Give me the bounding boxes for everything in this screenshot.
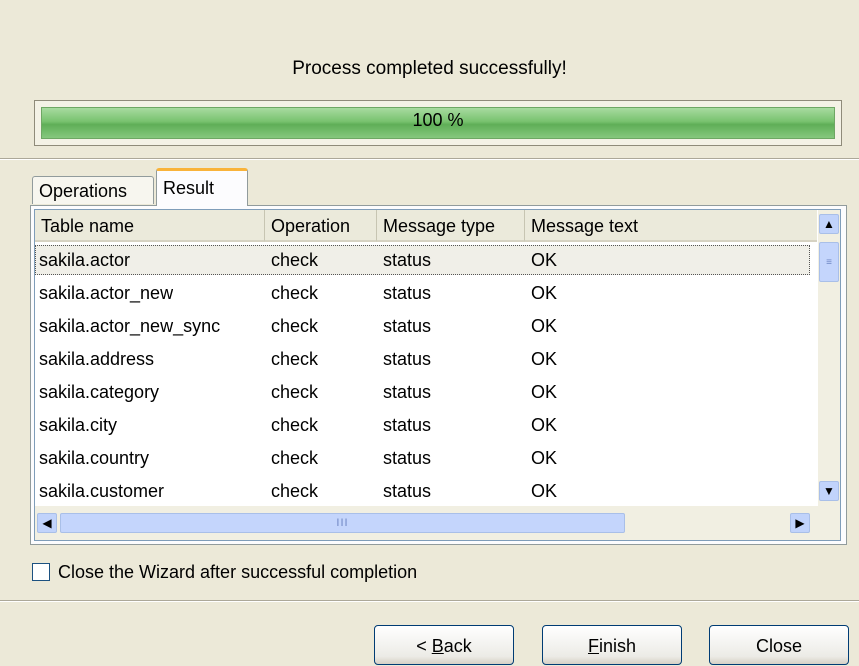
cell-message-type: status <box>383 481 432 501</box>
cell-operation: check <box>271 481 319 501</box>
column-header-operation[interactable]: Operation <box>265 210 377 242</box>
cell-message-type: status <box>383 415 432 435</box>
cell-table-name: sakila.customer <box>39 481 165 501</box>
table-row[interactable]: sakila.country check status OK <box>35 442 815 475</box>
cell-message-text: OK <box>531 283 558 303</box>
tab-operations[interactable]: Operations <box>32 176 154 204</box>
vertical-scroll-thumb[interactable]: ≡ <box>819 242 839 282</box>
table-row[interactable]: sakila.actor check status OK <box>35 244 815 277</box>
cell-message-type: status <box>383 316 432 336</box>
tab-result[interactable]: Result <box>156 168 248 206</box>
table-row[interactable]: sakila.city check status OK <box>35 409 815 442</box>
cell-operation: check <box>271 316 319 336</box>
result-grid[interactable]: Table name Operation Message type Messag… <box>34 209 841 541</box>
cell-message-type: status <box>383 349 432 369</box>
progress-bar: 100 % <box>34 100 842 146</box>
vertical-scrollbar[interactable]: ▲ ≡ ▼ <box>818 210 840 506</box>
cell-message-text: OK <box>531 316 558 336</box>
cell-message-type: status <box>383 448 432 468</box>
cell-table-name: sakila.actor_new <box>39 283 174 303</box>
table-row[interactable]: sakila.customer check status OK <box>35 475 815 508</box>
cell-message-text: OK <box>531 382 558 402</box>
cell-table-name: sakila.category <box>39 382 160 402</box>
column-header-table-name[interactable]: Table name <box>35 210 265 242</box>
close-wizard-checkbox[interactable] <box>32 563 50 581</box>
cell-message-type: status <box>383 250 432 270</box>
cell-table-name: sakila.address <box>39 349 155 369</box>
back-label: ack <box>443 636 472 656</box>
separator-bottom-highlight <box>0 601 859 602</box>
cell-operation: check <box>271 415 319 435</box>
table-row[interactable]: sakila.actor_new_sync check status OK <box>35 310 815 343</box>
table-row[interactable]: sakila.address check status OK <box>35 343 815 376</box>
cell-message-text: OK <box>531 448 558 468</box>
back-mnemonic: B <box>431 636 444 656</box>
cell-operation: check <box>271 250 319 270</box>
cell-operation: check <box>271 349 319 369</box>
scroll-left-icon[interactable]: ◀ <box>37 513 57 533</box>
finish-label: inish <box>598 636 637 656</box>
table-row[interactable]: sakila.actor_new check status OK <box>35 277 815 310</box>
column-header-message-text[interactable]: Message text <box>525 210 817 242</box>
cell-message-text: OK <box>531 349 558 369</box>
scroll-down-icon[interactable]: ▼ <box>819 481 839 501</box>
cell-message-text: OK <box>531 481 558 501</box>
horizontal-scroll-thumb[interactable]: III <box>60 513 625 533</box>
cell-operation: check <box>271 382 319 402</box>
cell-operation: check <box>271 283 319 303</box>
cell-table-name: sakila.country <box>39 448 150 468</box>
finish-mnemonic: F <box>587 636 599 656</box>
cell-table-name: sakila.actor_new_sync <box>39 316 221 336</box>
horizontal-scrollbar[interactable]: ◀ III ▶ <box>35 506 840 540</box>
scroll-up-icon[interactable]: ▲ <box>819 214 839 234</box>
close-button[interactable]: Close <box>709 625 849 665</box>
separator-top-highlight <box>0 159 859 160</box>
column-header-message-type[interactable]: Message type <box>377 210 525 242</box>
cell-table-name: sakila.actor <box>39 250 131 270</box>
cell-message-text: OK <box>531 415 558 435</box>
back-button[interactable]: < Back <box>374 625 514 665</box>
scroll-right-icon[interactable]: ▶ <box>790 513 810 533</box>
table-row[interactable]: sakila.category check status OK <box>35 376 815 409</box>
cell-operation: check <box>271 448 319 468</box>
close-wizard-label[interactable]: Close the Wizard after successful comple… <box>58 562 417 583</box>
cell-message-type: status <box>383 283 432 303</box>
cell-message-text: OK <box>531 250 558 270</box>
cell-table-name: sakila.city <box>39 415 118 435</box>
status-message: Process completed successfully! <box>292 58 567 79</box>
progress-label: 100 % <box>412 110 464 130</box>
cell-message-type: status <box>383 382 432 402</box>
finish-button[interactable]: Finish <box>542 625 682 665</box>
